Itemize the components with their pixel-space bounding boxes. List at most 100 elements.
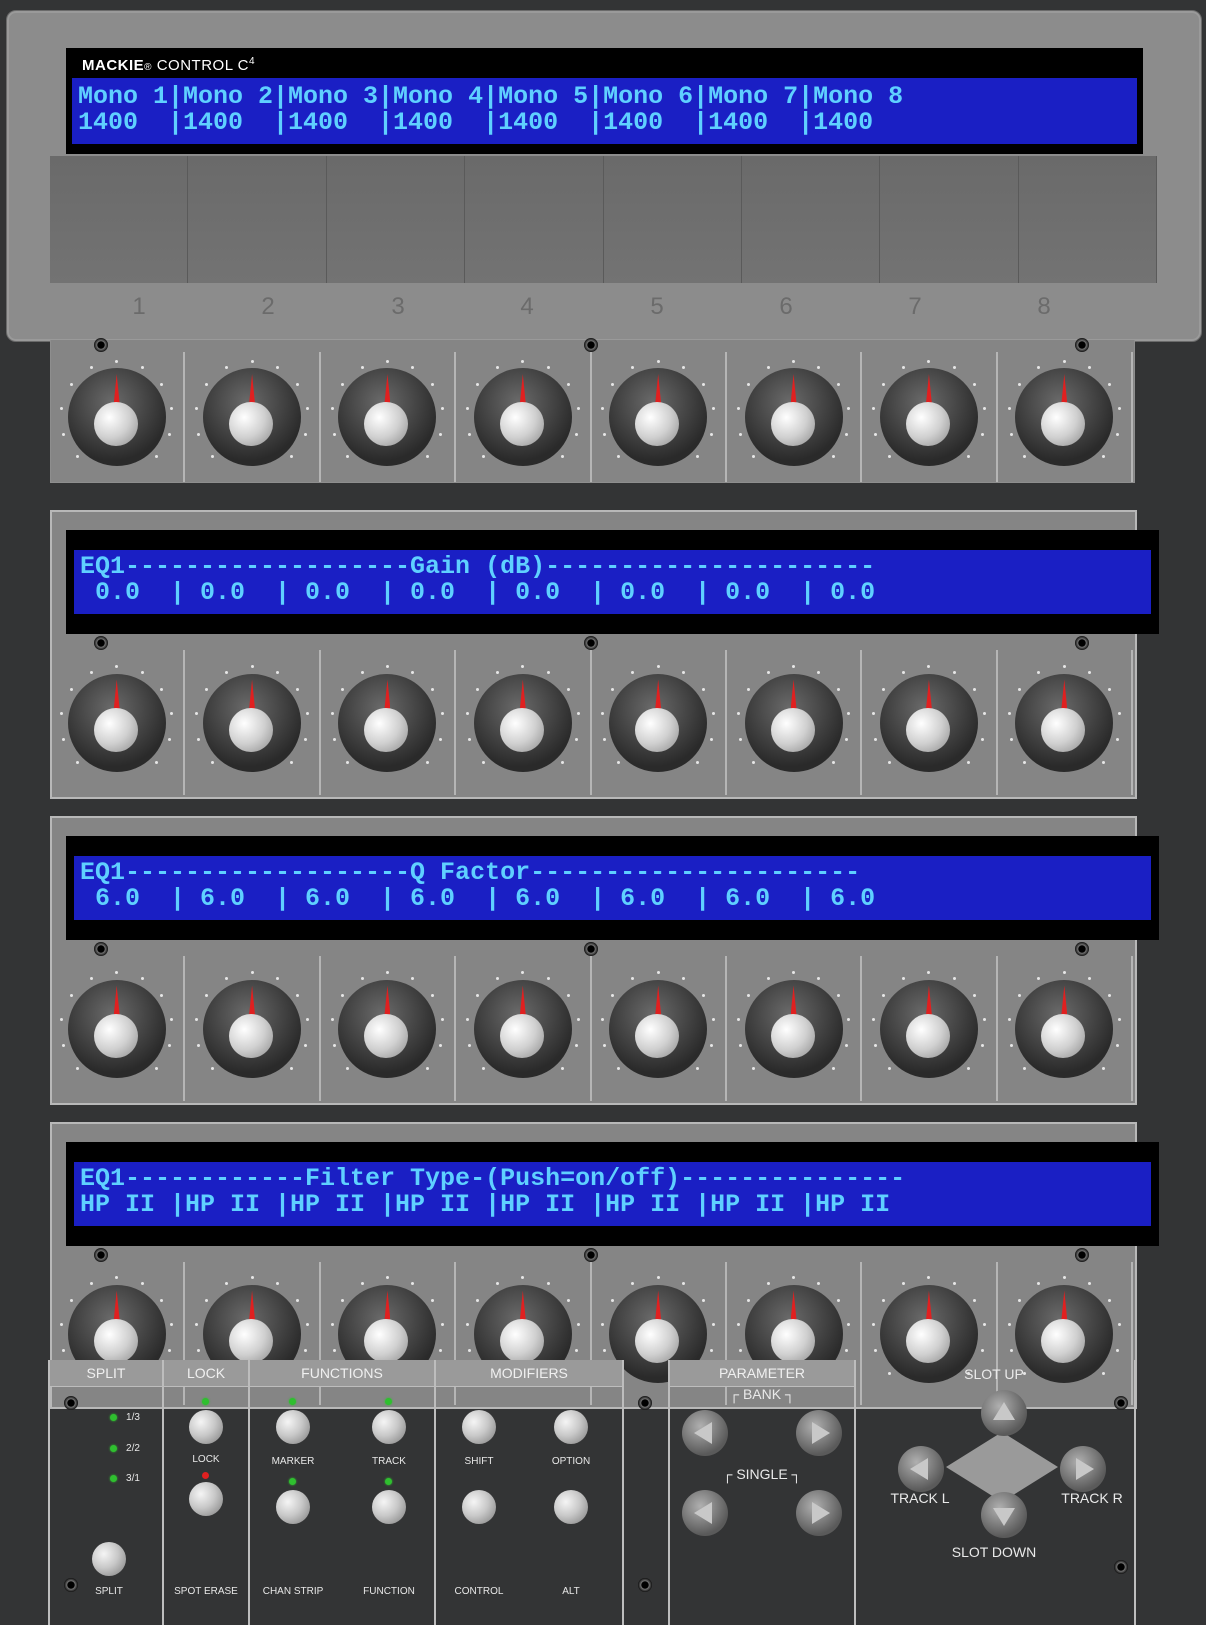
v-pot-knob[interactable] bbox=[744, 979, 843, 1078]
scale-dot bbox=[766, 977, 770, 981]
scale-dot bbox=[746, 1299, 750, 1303]
scale-dot bbox=[170, 1018, 174, 1022]
knob-cap bbox=[229, 402, 274, 446]
split-button[interactable] bbox=[92, 1542, 126, 1576]
lock-button[interactable] bbox=[189, 1410, 223, 1444]
scale-dot bbox=[882, 1299, 886, 1303]
single-left-button[interactable] bbox=[682, 1490, 728, 1536]
scale-dot bbox=[701, 688, 705, 692]
slot-down-button[interactable] bbox=[981, 1492, 1027, 1538]
knob-cell bbox=[456, 650, 592, 795]
scale-dot bbox=[59, 1323, 63, 1327]
bank-left-button[interactable] bbox=[682, 1410, 728, 1456]
screw-icon bbox=[583, 1248, 598, 1262]
v-pot-knob[interactable] bbox=[1015, 673, 1114, 772]
v-pot-knob[interactable] bbox=[473, 673, 572, 772]
scale-dot bbox=[340, 382, 344, 386]
track-right-button[interactable] bbox=[1060, 1446, 1106, 1492]
channel-tab[interactable] bbox=[880, 156, 1019, 283]
v-pot-knob[interactable] bbox=[1015, 368, 1114, 466]
scale-dot bbox=[980, 1349, 984, 1353]
knob-cap bbox=[635, 1013, 680, 1058]
v-pot-knob[interactable] bbox=[879, 673, 978, 772]
control-button[interactable] bbox=[462, 1490, 496, 1524]
channel-tab[interactable] bbox=[741, 156, 881, 283]
eq-q-lcd: EQ1-------------------Q Factor----------… bbox=[66, 836, 1159, 940]
scale-dot bbox=[617, 760, 621, 764]
v-pot-knob[interactable] bbox=[609, 979, 708, 1078]
v-pot-knob[interactable] bbox=[744, 673, 843, 772]
knob-cap bbox=[770, 1318, 815, 1363]
bank-right-button[interactable] bbox=[796, 1410, 842, 1456]
eq-filter-line1: EQ1------------Filter Type-(Push=on/off)… bbox=[80, 1164, 906, 1193]
knob-cell bbox=[456, 956, 592, 1101]
track-left-button[interactable] bbox=[898, 1446, 944, 1492]
scale-dot bbox=[902, 977, 905, 981]
v-pot-knob[interactable] bbox=[473, 979, 572, 1078]
slot-down-label: SLOT DOWN bbox=[951, 1544, 1037, 1560]
v-pot-knob[interactable] bbox=[879, 368, 978, 466]
alt-button[interactable] bbox=[554, 1490, 588, 1524]
channel-tab[interactable] bbox=[1018, 156, 1157, 283]
single-right-button[interactable] bbox=[796, 1490, 842, 1536]
marker-button[interactable] bbox=[276, 1410, 310, 1444]
spot-erase-button[interactable] bbox=[189, 1482, 223, 1516]
scale-dot bbox=[696, 1066, 700, 1070]
chan-strip-button[interactable] bbox=[276, 1490, 310, 1524]
scale-dot bbox=[275, 365, 279, 369]
channel-tab[interactable] bbox=[188, 156, 327, 283]
scale-dot bbox=[168, 1044, 172, 1048]
channel-tab[interactable] bbox=[50, 156, 189, 283]
knob-cap bbox=[635, 1318, 680, 1363]
spot-erase-label: SPOT ERASE bbox=[174, 1586, 238, 1597]
screw-icon bbox=[583, 338, 598, 352]
knob-cell bbox=[727, 352, 863, 482]
v-pot-knob[interactable] bbox=[67, 673, 166, 772]
v-pot-knob[interactable] bbox=[67, 368, 166, 466]
split-section: SPLIT 1/3 2/2 3/1 SPLIT bbox=[48, 1360, 164, 1625]
scale-dot bbox=[817, 365, 821, 369]
scale-dot bbox=[656, 1276, 660, 1279]
screw-icon bbox=[583, 942, 598, 956]
v-pot-knob[interactable] bbox=[203, 673, 302, 772]
channel-tab[interactable] bbox=[465, 156, 604, 283]
scale-dot bbox=[752, 760, 756, 764]
v-pot-knob[interactable] bbox=[338, 673, 437, 772]
channel-tab[interactable] bbox=[326, 156, 466, 283]
function-button[interactable] bbox=[372, 1490, 406, 1524]
shift-button[interactable] bbox=[462, 1410, 496, 1444]
v-pot-knob[interactable] bbox=[1015, 979, 1114, 1078]
v-pot-knob[interactable] bbox=[879, 979, 978, 1078]
v-pot-knob[interactable] bbox=[203, 979, 302, 1078]
scale-dot bbox=[711, 1018, 715, 1022]
option-button[interactable] bbox=[554, 1410, 588, 1444]
control-label: CONTROL bbox=[454, 1586, 504, 1597]
v-pot-knob[interactable] bbox=[609, 673, 708, 772]
scale-dot bbox=[160, 688, 164, 692]
knob-indicator bbox=[113, 679, 120, 710]
scale-dot bbox=[576, 712, 580, 716]
scale-dot bbox=[701, 994, 705, 998]
scale-dot bbox=[61, 738, 65, 742]
knob-cap bbox=[93, 402, 138, 446]
scale-dot bbox=[160, 1299, 164, 1303]
v-pot-knob[interactable] bbox=[744, 368, 843, 466]
scale-dot bbox=[1102, 1066, 1106, 1070]
channel-tab[interactable] bbox=[603, 156, 742, 283]
v-pot-knob[interactable] bbox=[473, 368, 572, 466]
scale-dot bbox=[792, 971, 796, 974]
v-pot-knob[interactable] bbox=[338, 979, 437, 1078]
scale-dot bbox=[982, 1018, 986, 1022]
scale-dot bbox=[1102, 455, 1106, 459]
screw-icon bbox=[1114, 1560, 1128, 1574]
knob-indicator bbox=[790, 679, 797, 710]
v-pot-knob[interactable] bbox=[338, 368, 437, 466]
v-pot-knob[interactable] bbox=[609, 368, 708, 466]
scale-dot bbox=[831, 455, 835, 459]
knob-cell bbox=[592, 352, 727, 482]
track-button[interactable] bbox=[372, 1410, 406, 1444]
single-label: ┌ SINGLE ┐ bbox=[722, 1466, 802, 1482]
slot-up-button[interactable] bbox=[981, 1390, 1027, 1436]
v-pot-knob[interactable] bbox=[67, 979, 166, 1078]
v-pot-knob[interactable] bbox=[203, 368, 302, 466]
